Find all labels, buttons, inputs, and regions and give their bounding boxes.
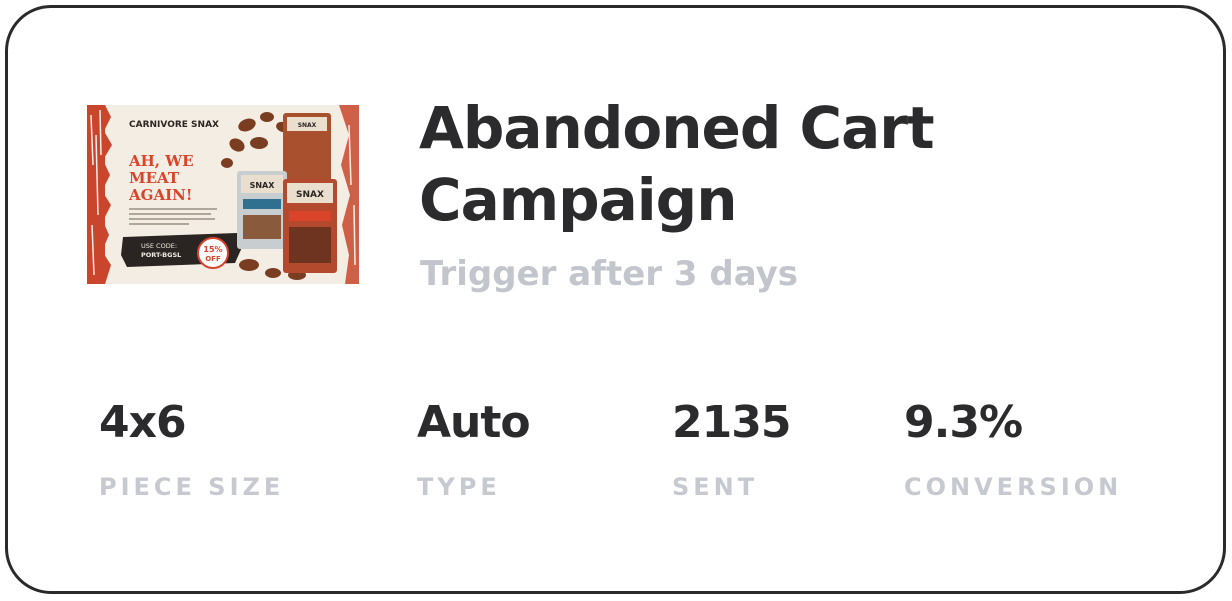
- stat-label: PIECE SIZE: [99, 473, 285, 501]
- stat-type: Auto TYPE: [417, 395, 531, 502]
- stat-value: 9.3%: [904, 397, 1023, 448]
- thumb-bag-back: SNAX: [283, 113, 331, 183]
- campaign-card[interactable]: CARNIVORE SNAX AH, WE MEAT AGAIN! USE CO…: [5, 5, 1226, 594]
- postcard-image: CARNIVORE SNAX AH, WE MEAT AGAIN! USE CO…: [87, 105, 359, 284]
- svg-text:SNAX: SNAX: [296, 190, 324, 200]
- thumb-headline-3: AGAIN!: [128, 186, 192, 204]
- campaign-trigger-subtitle: Trigger after 3 days: [420, 254, 799, 294]
- thumb-code-line-1: USE CODE:: [141, 242, 177, 250]
- campaign-title: Abandoned Cart Campaign: [419, 94, 935, 234]
- campaign-thumbnail[interactable]: CARNIVORE SNAX AH, WE MEAT AGAIN! USE CO…: [87, 105, 359, 284]
- svg-text:SNAX: SNAX: [298, 122, 317, 129]
- stat-value: 2135: [672, 397, 791, 448]
- thumb-bag-left: SNAX: [237, 171, 287, 249]
- stat-value: 4x6: [99, 397, 187, 448]
- thumb-badge-word: OFF: [205, 255, 221, 263]
- thumb-bag-front: SNAX: [283, 179, 337, 273]
- stat-label: SENT: [672, 473, 759, 501]
- svg-text:SNAX: SNAX: [250, 181, 276, 190]
- stat-value: Auto: [417, 397, 531, 448]
- thumb-badge-percent: 15%: [203, 245, 222, 254]
- stat-conversion: 9.3% CONVERSION: [904, 395, 1122, 502]
- thumb-brand-top: CARNIVORE SNAX: [129, 120, 219, 130]
- thumb-headline-2: MEAT: [129, 169, 180, 187]
- stat-piece-size: 4x6 PIECE SIZE: [99, 395, 284, 502]
- stat-sent: 2135 SENT: [672, 395, 791, 502]
- stat-label: CONVERSION: [904, 473, 1123, 501]
- thumb-code-line-2: PORT-BGSL: [141, 251, 181, 259]
- thumb-headline-1: AH, WE: [128, 152, 194, 170]
- stat-label: TYPE: [417, 473, 501, 501]
